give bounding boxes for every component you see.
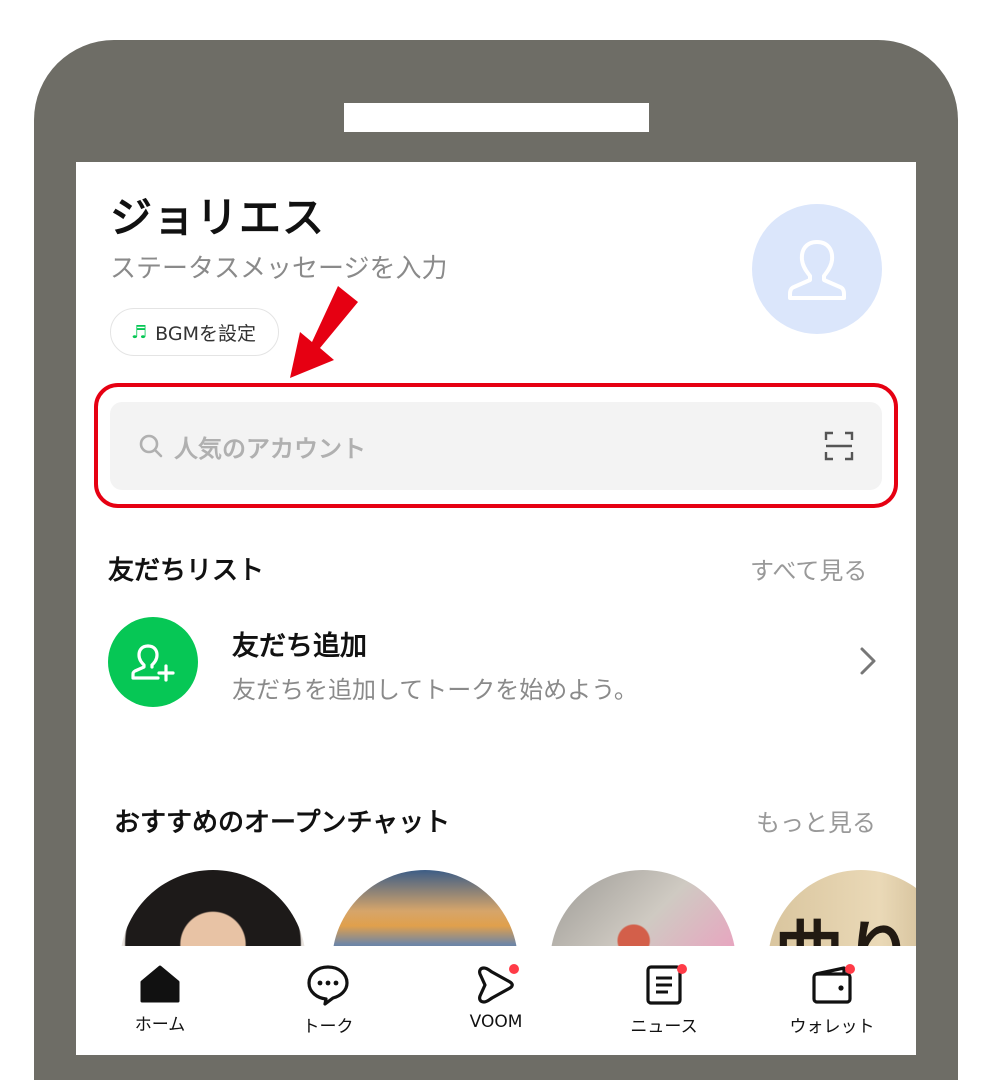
- tab-label: トーク: [302, 1017, 354, 1037]
- phone-speaker: [344, 103, 649, 132]
- add-friend-button[interactable]: [108, 617, 198, 707]
- friends-list-title: 友だちリスト: [108, 556, 265, 586]
- pointer-arrow-icon: [290, 286, 358, 378]
- tab-wallet[interactable]: ウォレット: [757, 964, 907, 1037]
- bottom-tab-bar: ホーム トーク VOOM ニュース ウォレット: [76, 946, 916, 1055]
- search-icon: [139, 434, 163, 458]
- tab-label: VOOM: [469, 1012, 523, 1032]
- notification-badge: [677, 964, 687, 974]
- notification-badge: [845, 964, 855, 974]
- add-friend-subtitle: 友だちを追加してトークを始めよう。: [232, 676, 638, 704]
- add-person-icon: [131, 644, 175, 682]
- bgm-label: BGMを設定: [155, 322, 256, 345]
- profile-name[interactable]: ジョリエス: [110, 184, 325, 245]
- qr-scan-icon[interactable]: [824, 431, 854, 461]
- tab-label: ウォレット: [789, 1017, 875, 1037]
- openchat-more-link[interactable]: もっと見る: [756, 803, 876, 838]
- search-bar[interactable]: 人気のアカウント: [110, 402, 882, 490]
- chevron-right-icon[interactable]: [858, 646, 878, 676]
- tab-voom[interactable]: VOOM: [421, 964, 571, 1032]
- music-note-icon: ♬: [131, 321, 148, 343]
- status-message-input[interactable]: ステータスメッセージを入力: [110, 248, 447, 285]
- tab-label: ニュース: [630, 1017, 698, 1037]
- notification-badge: [509, 964, 519, 974]
- add-friend-title[interactable]: 友だち追加: [232, 624, 367, 663]
- tab-talk[interactable]: トーク: [253, 964, 403, 1037]
- friends-see-all-link[interactable]: すべて見る: [750, 551, 867, 586]
- tab-home[interactable]: ホーム: [85, 964, 235, 1035]
- tab-news[interactable]: ニュース: [589, 964, 739, 1037]
- openchat-title: おすすめのオープンチャット: [114, 808, 451, 838]
- avatar[interactable]: [752, 204, 882, 334]
- home-icon: [140, 965, 180, 1003]
- home-screen: ジョリエス ステータスメッセージを入力 ♬ BGMを設定 人気のアカウント 友だ…: [76, 162, 916, 1055]
- tab-label: ホーム: [134, 1015, 186, 1035]
- person-icon: [788, 240, 846, 300]
- bgm-button[interactable]: ♬ BGMを設定: [110, 308, 279, 356]
- chat-icon: [307, 965, 349, 1006]
- search-input[interactable]: 人気のアカウント: [174, 429, 824, 464]
